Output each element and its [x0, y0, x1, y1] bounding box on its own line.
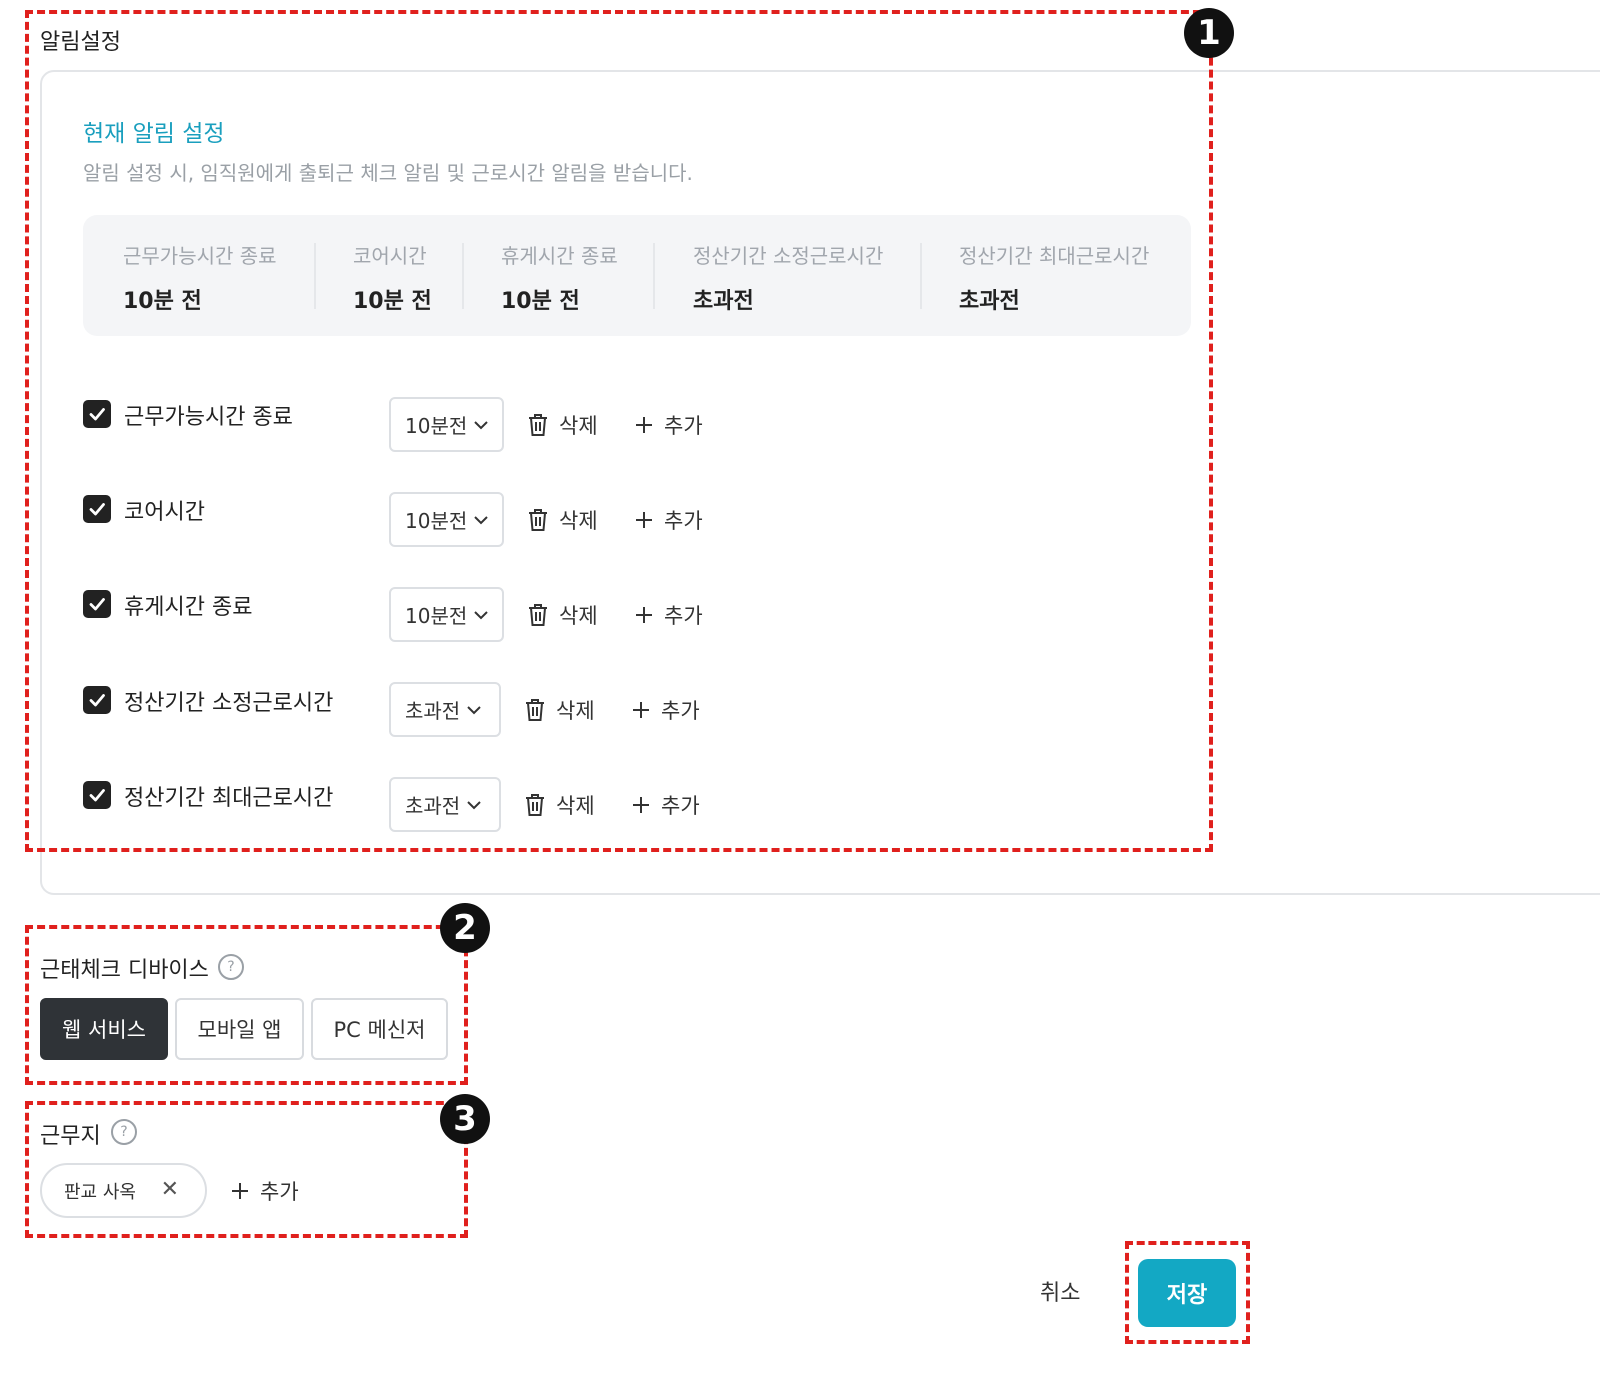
annotation-marker-2: 2	[440, 903, 490, 953]
annotation-box-1	[25, 10, 1213, 852]
annotation-box-2	[25, 925, 468, 1085]
annotation-marker-1: 1	[1184, 8, 1234, 58]
annotation-box-3	[25, 1101, 468, 1238]
cancel-button[interactable]: 취소	[1040, 1275, 1080, 1307]
annotation-box-save	[1125, 1241, 1250, 1344]
annotation-marker-3: 3	[440, 1094, 490, 1144]
